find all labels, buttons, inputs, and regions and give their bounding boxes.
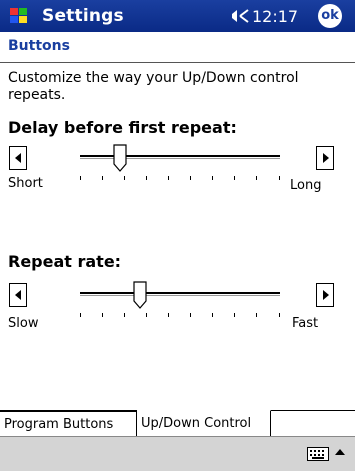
tick bbox=[212, 313, 213, 317]
rate-min-label: Slow bbox=[8, 316, 39, 331]
delay-increase-button[interactable] bbox=[316, 146, 334, 170]
tick bbox=[279, 313, 280, 317]
tick bbox=[256, 176, 257, 180]
right-arrow-icon bbox=[323, 153, 329, 163]
tick bbox=[124, 176, 125, 180]
tick bbox=[234, 313, 235, 317]
keyboard-icon[interactable] bbox=[307, 447, 329, 461]
delay-slider-track-shadow bbox=[80, 158, 280, 159]
rate-decrease-button[interactable] bbox=[9, 283, 27, 307]
page-header: Buttons bbox=[0, 32, 355, 63]
up-arrow-icon[interactable] bbox=[334, 445, 346, 461]
tab-up-down-control[interactable]: Up/Down Control bbox=[137, 410, 271, 437]
tick bbox=[102, 176, 103, 180]
tick bbox=[190, 313, 191, 317]
rate-label: Repeat rate: bbox=[8, 252, 122, 271]
tick bbox=[212, 176, 213, 180]
tick bbox=[256, 313, 257, 317]
clock[interactable]: 12:17 bbox=[252, 7, 298, 26]
tick bbox=[146, 176, 147, 180]
tick bbox=[168, 176, 169, 180]
delay-slider-track[interactable] bbox=[80, 155, 280, 157]
tick bbox=[190, 176, 191, 180]
title-bar: Settings 12:17 ok bbox=[0, 0, 355, 32]
rate-slider-thumb[interactable] bbox=[133, 281, 147, 309]
tab-strip: Program Buttons Up/Down Control bbox=[0, 410, 355, 437]
tick bbox=[279, 176, 280, 180]
delay-min-label: Short bbox=[8, 176, 43, 191]
delay-slider-thumb[interactable] bbox=[113, 144, 127, 172]
page-description: Customize the way your Up/Down control r… bbox=[8, 70, 299, 103]
speaker-icon[interactable] bbox=[230, 8, 250, 24]
menu-bar bbox=[0, 436, 355, 471]
delay-label: Delay before first repeat: bbox=[8, 118, 237, 137]
delay-decrease-button[interactable] bbox=[9, 146, 27, 170]
left-arrow-icon bbox=[15, 153, 21, 163]
tick bbox=[80, 313, 81, 317]
app-title: Settings bbox=[42, 6, 124, 26]
rate-increase-button[interactable] bbox=[316, 283, 334, 307]
windows-flag-icon[interactable] bbox=[8, 5, 30, 27]
tick bbox=[102, 313, 103, 317]
ok-button[interactable]: ok bbox=[318, 4, 342, 28]
rate-max-label: Fast bbox=[292, 316, 319, 331]
tick bbox=[146, 313, 147, 317]
rate-slider-track[interactable] bbox=[80, 292, 280, 294]
right-arrow-icon bbox=[323, 290, 329, 300]
left-arrow-icon bbox=[15, 290, 21, 300]
tick bbox=[124, 313, 125, 317]
tick bbox=[80, 176, 81, 180]
rate-slider-track-shadow bbox=[80, 295, 280, 296]
tick bbox=[234, 176, 235, 180]
delay-max-label: Long bbox=[290, 178, 322, 193]
page-title: Buttons bbox=[8, 38, 70, 54]
tab-program-buttons[interactable]: Program Buttons bbox=[0, 411, 137, 436]
tick bbox=[168, 313, 169, 317]
